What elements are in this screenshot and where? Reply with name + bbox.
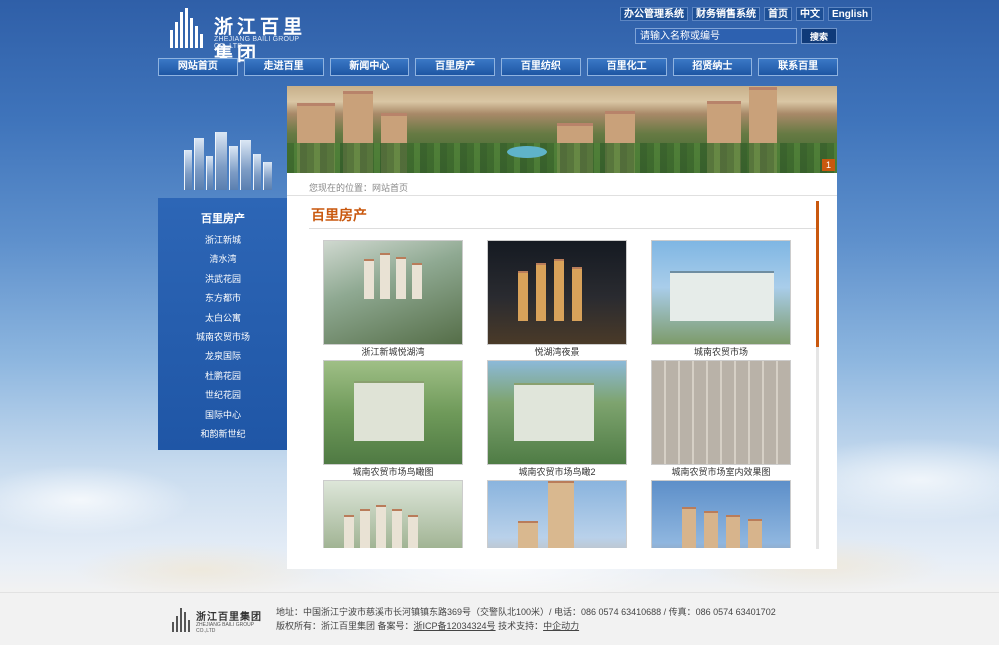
breadcrumb: 您现在的位置：网站首页 <box>309 183 409 193</box>
sidebar-item-zhejiang-xincheng[interactable]: 浙江新城 <box>158 231 288 250</box>
property-caption[interactable]: 悦湖湾夜景 <box>487 345 627 359</box>
nav-home[interactable]: 网站首页 <box>158 58 238 76</box>
footer-icp-link[interactable]: 浙ICP备12034324号 <box>414 621 496 631</box>
search-input[interactable] <box>635 28 797 44</box>
property-image[interactable] <box>651 480 791 548</box>
sidebar-item-qingshuiwan[interactable]: 清水湾 <box>158 250 288 269</box>
city-skyline-image <box>180 132 274 190</box>
main-content: 您现在的位置：网站首页 百里房产 浙江新城悦湖湾 悦湖湾夜景 城南农贸市场 城南… <box>287 173 837 569</box>
footer-copyright-line: 版权所有：浙江百里集团 备案号：浙ICP备12034324号 技术支持：中企动力 <box>276 619 776 633</box>
nav-about[interactable]: 走进百里 <box>243 58 324 76</box>
divider <box>309 228 817 229</box>
logo-bars-icon <box>168 8 208 48</box>
search-button[interactable]: 搜索 <box>801 28 837 44</box>
property-caption[interactable]: 浙江新城悦湖湾 <box>323 345 463 359</box>
top-links: 办公管理系统 财务销售系统 首页 中文 English <box>620 7 873 21</box>
property-caption[interactable]: 城南农贸市场鸟瞰图 <box>323 465 463 479</box>
property-image[interactable] <box>323 480 463 548</box>
property-card[interactable]: 城南农贸市场室内效果图 <box>651 360 791 479</box>
footer-copyright: 版权所有：浙江百里集团 备案号： <box>276 621 414 631</box>
footer-tech-link[interactable]: 中企动力 <box>543 621 579 631</box>
banner-page-indicator[interactable]: 1 <box>822 159 835 171</box>
property-card[interactable] <box>487 480 627 548</box>
property-caption[interactable]: 城南农贸市场鸟瞰2 <box>487 465 627 479</box>
property-card[interactable]: 城南农贸市场 <box>651 240 791 359</box>
sidebar-item-hongwu-garden[interactable]: 洪武花园 <box>158 270 288 289</box>
sidebar-item-taibai-apartment[interactable]: 太白公寓 <box>158 309 288 328</box>
footer-tech-label: 技术支持： <box>495 621 544 631</box>
section-title: 百里房产 <box>311 207 367 223</box>
sidebar-item-century-garden[interactable]: 世纪花园 <box>158 386 288 405</box>
sidebar-item-heyun-century[interactable]: 和韵新世纪 <box>158 425 288 444</box>
footer-info: 地址：中国浙江宁波市慈溪市长河镇镇东路369号（交警队北100米）/ 电话：08… <box>276 605 776 633</box>
property-card[interactable]: 悦湖湾夜景 <box>487 240 627 359</box>
sidebar-item-intl-center[interactable]: 国际中心 <box>158 406 288 425</box>
site-logo[interactable]: 浙江百里集团 ZHEJIANG BAILI GROUP CO.,LTD <box>168 6 328 65</box>
property-card[interactable]: 城南农贸市场鸟瞰2 <box>487 360 627 479</box>
property-image[interactable] <box>323 240 463 345</box>
property-caption[interactable]: 城南农贸市场 <box>651 345 791 359</box>
sidebar-item-chengnan-market[interactable]: 城南农贸市场 <box>158 328 288 347</box>
property-caption[interactable]: 城南农贸市场室内效果图 <box>651 465 791 479</box>
footer-address: 地址：中国浙江宁波市慈溪市长河镇镇东路369号（交警队北100米）/ 电话：08… <box>276 607 776 617</box>
banner-image: 1 <box>287 86 837 173</box>
property-card[interactable]: 浙江新城悦湖湾 <box>323 240 463 359</box>
main-nav: 网站首页 走进百里 新闻中心 百里房产 百里纺织 百里化工 招贤纳士 联系百里 <box>158 58 838 76</box>
footer-logo-subtitle: ZHEJIANG BAILI GROUP CO.,LTD <box>196 622 254 634</box>
property-image[interactable] <box>487 480 627 548</box>
search-bar: 搜索 <box>635 28 837 44</box>
property-image[interactable] <box>651 360 791 465</box>
sidebar-title: 百里房产 <box>201 213 245 225</box>
link-home[interactable]: 首页 <box>764 7 792 21</box>
footer-logo-title: 浙江百里集团 <box>196 612 262 623</box>
sidebar-item-longquan-intl[interactable]: 龙泉国际 <box>158 347 288 366</box>
nav-contact[interactable]: 联系百里 <box>758 58 838 76</box>
scrollbar-thumb[interactable] <box>816 201 819 347</box>
footer: 浙江百里集团 ZHEJIANG BAILI GROUP CO.,LTD 地址：中… <box>0 592 999 645</box>
property-card[interactable]: 城南农贸市场鸟瞰图 <box>323 360 463 479</box>
property-image[interactable] <box>487 360 627 465</box>
nav-chemical[interactable]: 百里化工 <box>586 58 667 76</box>
footer-logo[interactable]: 浙江百里集团 ZHEJIANG BAILI GROUP CO.,LTD <box>170 606 270 634</box>
property-image[interactable] <box>323 360 463 465</box>
sidebar-item-dupeng-garden[interactable]: 杜鹏花园 <box>158 367 288 386</box>
divider <box>287 195 837 196</box>
property-card[interactable] <box>323 480 463 548</box>
logo-subtitle: ZHEJIANG BAILI GROUP CO.,LTD <box>214 36 300 50</box>
nav-news[interactable]: 新闻中心 <box>329 58 410 76</box>
link-english[interactable]: English <box>828 7 873 21</box>
link-finance-system[interactable]: 财务销售系统 <box>692 7 760 21</box>
sidebar-list: 浙江新城 清水湾 洪武花园 东方都市 太白公寓 城南农贸市场 龙泉国际 杜鹏花园… <box>158 231 288 444</box>
sidebar: 百里房产 浙江新城 清水湾 洪武花园 东方都市 太白公寓 城南农贸市场 龙泉国际… <box>158 198 288 450</box>
link-office-system[interactable]: 办公管理系统 <box>620 7 688 21</box>
sidebar-item-dongfang-dushi[interactable]: 东方都市 <box>158 289 288 308</box>
link-chinese[interactable]: 中文 <box>796 7 824 21</box>
property-grid: 浙江新城悦湖湾 悦湖湾夜景 城南农贸市场 城南农贸市场鸟瞰图 城南农贸市场鸟瞰2… <box>323 240 793 548</box>
nav-real-estate[interactable]: 百里房产 <box>415 58 495 76</box>
property-image[interactable] <box>487 240 627 345</box>
property-card[interactable] <box>651 480 791 548</box>
nav-textile[interactable]: 百里纺织 <box>501 58 581 76</box>
property-image[interactable] <box>651 240 791 345</box>
nav-careers[interactable]: 招贤纳士 <box>672 58 753 76</box>
